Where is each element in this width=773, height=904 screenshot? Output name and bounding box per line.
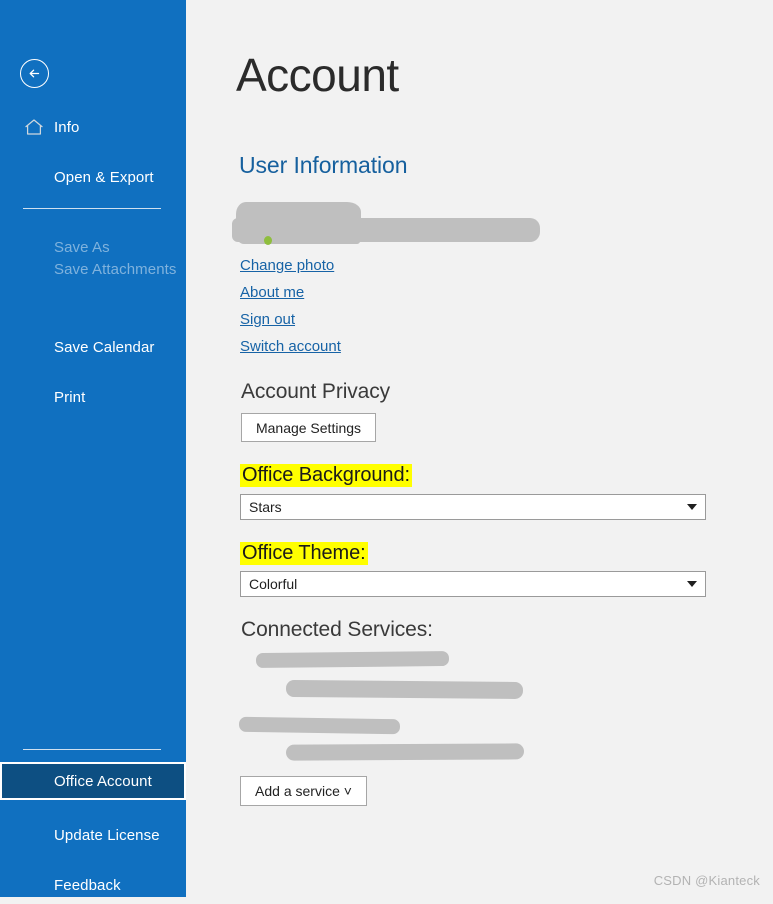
page-title: Account: [236, 49, 399, 101]
office-background-dropdown[interactable]: Stars: [240, 494, 706, 520]
sidebar-item-office-account[interactable]: Office Account: [0, 762, 186, 800]
office-theme-dropdown[interactable]: Colorful: [240, 571, 706, 597]
presence-indicator-icon: [264, 236, 272, 245]
user-information-heading: User Information: [239, 152, 408, 178]
switch-account-link[interactable]: Switch account: [240, 338, 341, 355]
sidebar-item-label-save-attachments: Save Attachments: [54, 260, 177, 278]
add-a-service-button[interactable]: Add a service ˅: [240, 776, 367, 806]
redaction-connected-service-4: [285, 743, 525, 761]
chevron-down-icon: [679, 581, 705, 587]
office-background-value: Stars: [249, 499, 282, 515]
sidebar-item-update-license[interactable]: Update License: [0, 816, 186, 854]
change-photo-link[interactable]: Change photo: [240, 257, 334, 274]
chevron-down-icon: [679, 504, 705, 510]
manage-settings-button[interactable]: Manage Settings: [241, 413, 376, 442]
office-background-label: Office Background:: [240, 464, 412, 487]
about-me-link[interactable]: About me: [240, 284, 304, 301]
sidebar-divider-bottom: [23, 749, 161, 750]
sign-out-link[interactable]: Sign out: [240, 311, 295, 328]
sidebar-item-label-update-license: Update License: [54, 826, 160, 844]
sidebar-item-save-attachments: Save Attachments: [0, 250, 186, 288]
back-arrow-icon: [29, 69, 40, 78]
sidebar-item-feedback[interactable]: Feedback: [0, 866, 186, 904]
redaction-user-name: [232, 218, 540, 242]
sidebar: Info Open & Export Save As Save Attachme…: [0, 0, 186, 897]
redaction-connected-service-3: [238, 716, 401, 735]
sidebar-item-info[interactable]: Info: [0, 108, 186, 146]
account-privacy-heading: Account Privacy: [241, 380, 391, 403]
sidebar-item-label-open-and-export: Open & Export: [54, 168, 154, 186]
sidebar-item-label-save-calendar: Save Calendar: [54, 338, 155, 356]
sidebar-item-label-office-account: Office Account: [54, 772, 152, 790]
main-content: Account User Information Change photo Ab…: [186, 0, 773, 897]
watermark: CSDN @Kianteck: [653, 873, 760, 888]
sidebar-item-label-print: Print: [54, 388, 86, 406]
redaction-connected-service-2: [285, 679, 524, 700]
sidebar-item-print[interactable]: Print: [0, 378, 186, 416]
sidebar-item-label-feedback: Feedback: [54, 876, 121, 894]
redaction-connected-service-1: [255, 650, 450, 669]
connected-services-heading: Connected Services:: [241, 618, 433, 641]
home-icon: [25, 119, 43, 135]
sidebar-divider-top: [23, 208, 161, 209]
office-theme-value: Colorful: [249, 576, 298, 592]
office-theme-label: Office Theme:: [240, 542, 368, 565]
back-arrow-circle-icon[interactable]: [20, 59, 49, 88]
sidebar-item-save-calendar[interactable]: Save Calendar: [0, 328, 186, 366]
sidebar-item-open-and-export[interactable]: Open & Export: [0, 158, 186, 196]
